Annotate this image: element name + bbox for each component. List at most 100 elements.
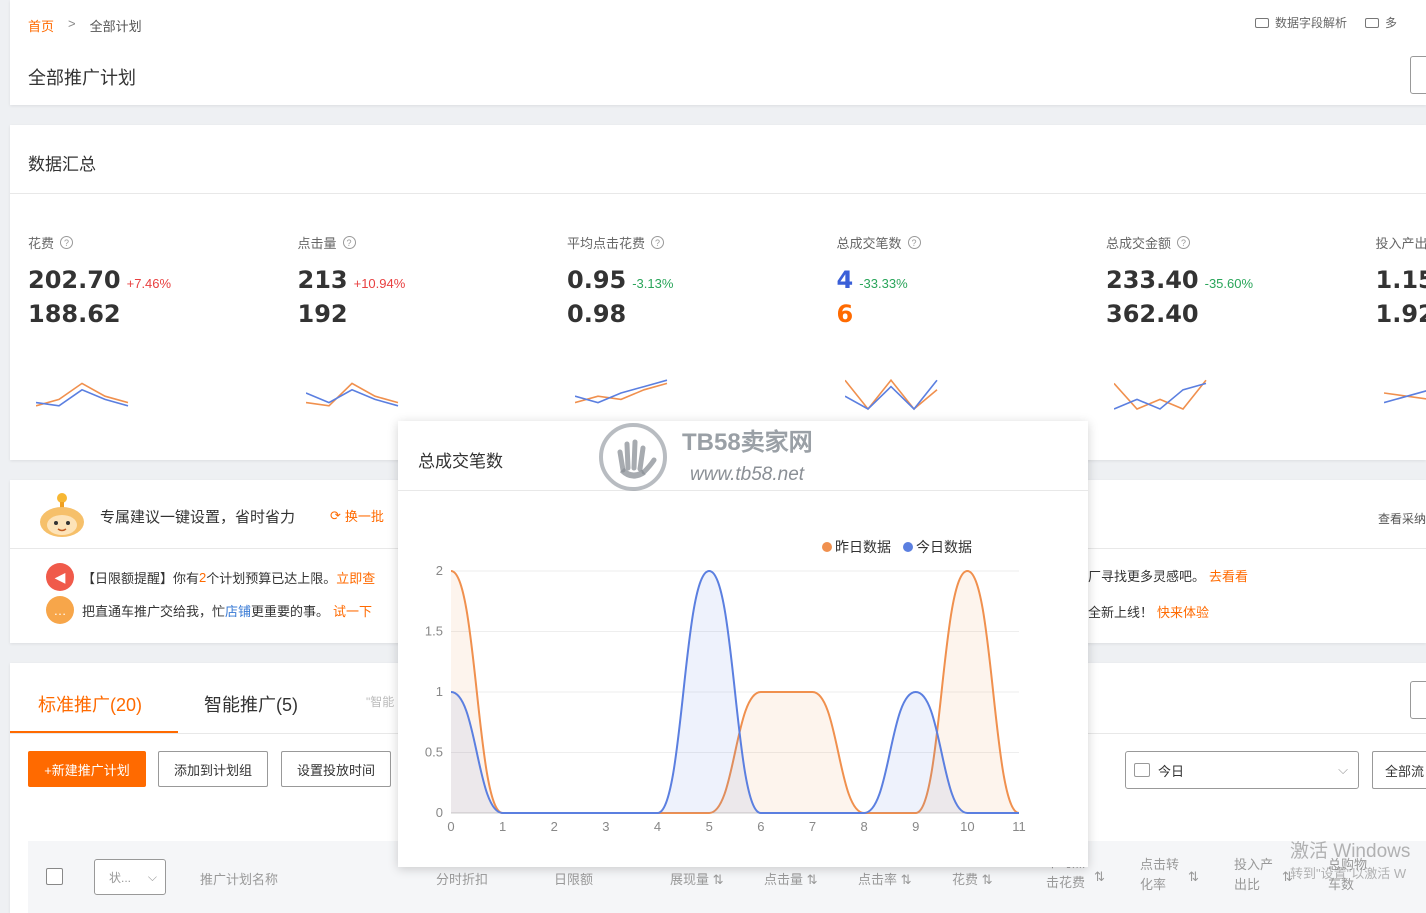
th-daily-limit: 日限额 — [554, 872, 594, 887]
metric-label-text: 总成交金额 — [1106, 236, 1172, 251]
set-time-button[interactable]: 设置投放时间 — [281, 751, 391, 787]
sort-icon[interactable]: ⇅ — [1188, 869, 1199, 885]
new-plan-button[interactable]: +新建推广计划 — [28, 751, 146, 787]
help-icon[interactable]: ? — [907, 236, 921, 249]
metric-yesterday: 188.62 — [28, 300, 121, 328]
breadcrumb-current: 全部计划 — [89, 19, 142, 34]
x-tick-label: 5 — [706, 819, 713, 834]
metric-change: -35.60% — [1204, 276, 1254, 291]
sort-icon: ⇅ — [981, 872, 993, 887]
multi-link[interactable]: 多 — [1365, 14, 1397, 31]
metric-label: 总成交笔数 ? — [837, 233, 1097, 252]
th-cvr[interactable]: 点击转 化率 — [1140, 855, 1179, 895]
top-right-links: 数据字段解析 多 — [1255, 14, 1397, 31]
y-tick-label: 0.5 — [425, 745, 443, 760]
calendar-icon — [1134, 763, 1150, 777]
breadcrumb-home[interactable]: 首页 — [28, 16, 54, 35]
metric-label: 点击量 ? — [298, 233, 558, 252]
breadcrumb: 首页 > 全部计划 — [28, 16, 142, 35]
metric-today: 233.40 — [1106, 266, 1199, 294]
all-flow-select[interactable]: 全部流 — [1372, 751, 1426, 789]
refresh-icon: ⟳ — [330, 507, 341, 523]
x-tick-label: 1 — [499, 819, 506, 834]
tip3-link[interactable]: 去看看 — [1209, 566, 1248, 585]
select-all-checkbox[interactable] — [46, 868, 63, 885]
th-ctr[interactable]: 点击率 ⇅ — [858, 869, 912, 888]
tip-new-launch: 全新上线！ 快来体验 — [1088, 602, 1209, 621]
metric-card[interactable]: 点击量 ? 213 +10.94% 192 — [298, 233, 558, 433]
metric-label: 投入产出 ? — [1376, 233, 1426, 252]
metric-change: -3.13% — [632, 276, 674, 291]
metric-yesterday: 362.40 — [1106, 300, 1199, 328]
th-roi[interactable]: 投入产 出比 — [1234, 855, 1273, 895]
help-icon[interactable]: ? — [1177, 236, 1191, 249]
right-edge-button[interactable] — [1410, 681, 1426, 719]
sparkline — [575, 379, 668, 404]
date-select[interactable]: 今日 ⌵ — [1125, 751, 1359, 789]
alert-icon: ◀ — [46, 563, 74, 591]
page-title: 全部推广计划 — [28, 68, 136, 88]
view-adopted-link[interactable]: 查看采纳 — [1378, 510, 1426, 527]
chat-icon: … — [46, 596, 74, 624]
tab-standard[interactable]: 标准推广(20) — [38, 691, 142, 717]
x-tick-label: 9 — [912, 819, 919, 834]
y-tick-label: 1.5 — [425, 624, 443, 639]
y-tick-label: 1 — [436, 684, 443, 699]
tip2-link[interactable]: 试一下 — [333, 601, 372, 620]
x-tick-label: 2 — [551, 819, 558, 834]
metric-today: 0.95 — [567, 266, 627, 294]
chevron-down-icon: ⌵ — [1338, 762, 1348, 777]
x-tick-label: 8 — [860, 819, 867, 834]
add-to-group-button[interactable]: 添加到计划组 — [158, 751, 268, 787]
x-tick-label: 4 — [654, 819, 661, 834]
sparkline-today — [36, 388, 129, 407]
windows-activation-watermark: 激活 Windows 转到"设置"以激活 W — [1290, 841, 1411, 881]
th-cost[interactable]: 花费 ⇅ — [952, 869, 993, 888]
y-tick-label: 0 — [436, 805, 443, 820]
chevron-down-icon: ⌵ — [147, 869, 157, 884]
help-icon[interactable]: ? — [342, 236, 356, 249]
header-right-button[interactable] — [1410, 56, 1426, 94]
x-tick-label: 7 — [809, 819, 816, 834]
metric-yesterday: 192 — [297, 300, 348, 328]
suggest-title: 专属建议一键设置，省时省力 — [100, 509, 296, 526]
refresh-button[interactable]: ⟳ 换一批 — [330, 506, 384, 525]
metric-card[interactable]: 总成交笔数 ? 4 -33.33% 6 — [837, 233, 1097, 433]
sparkline — [1114, 379, 1207, 410]
sort-icon: ⇅ — [712, 872, 724, 887]
metric-card[interactable]: 投入产出 ? 1.15 1.92 — [1376, 233, 1426, 433]
y-tick-label: 2 — [436, 563, 443, 578]
help-icon[interactable]: ? — [60, 236, 74, 249]
metric-card[interactable]: 花费 ? 202.70 +7.46% 188.62 — [28, 233, 288, 433]
tip4-link[interactable]: 快来体验 — [1157, 602, 1209, 621]
metric-yesterday: 1.92 — [1375, 300, 1426, 328]
th-clicks[interactable]: 点击量 ⇅ — [764, 869, 818, 888]
tip-inspiration: 厂寻找更多灵感吧。 去看看 — [1088, 566, 1248, 585]
sort-icon[interactable]: ⇅ — [1094, 869, 1105, 885]
metric-change: -33.33% — [859, 276, 908, 291]
th-impressions[interactable]: 展现量 ⇅ — [670, 869, 724, 888]
summary-divider — [10, 193, 1426, 194]
metric-label-text: 总成交笔数 — [836, 236, 902, 251]
status-filter[interactable]: 状... ⌵ — [94, 859, 166, 895]
metric-label-text: 点击量 — [297, 236, 337, 251]
metric-card[interactable]: 平均点击花费 ? 0.95 -3.13% 0.98 — [567, 233, 827, 433]
hand-logo-icon — [599, 423, 667, 491]
x-tick-label: 3 — [602, 819, 609, 834]
sparkline-today — [1383, 389, 1426, 404]
sparkline — [305, 382, 398, 407]
tab-smart[interactable]: 智能推广(5) — [204, 691, 298, 717]
watermark-url: www.tb58.net — [690, 464, 805, 485]
metric-label-text: 投入产出 — [1375, 236, 1426, 251]
help-icon[interactable]: ? — [651, 236, 665, 249]
metric-label-text: 花费 — [28, 236, 55, 251]
smart-hint: "智能 — [366, 695, 395, 709]
field-parse-link[interactable]: 数据字段解析 — [1255, 14, 1347, 31]
metric-card[interactable]: 总成交金额 ? 233.40 -35.60% 362.40 — [1106, 233, 1366, 433]
header-panel: 首页 > 全部计划 数据字段解析 多 全部推广计划 — [10, 0, 1426, 105]
tip1-link[interactable]: 立即查 — [336, 568, 375, 587]
sparkline — [1383, 389, 1426, 404]
sparkline-today — [305, 388, 398, 407]
watermark-brand: TB58卖家网 — [682, 429, 813, 456]
site-watermark: TB58卖家网 www.tb58.net — [598, 420, 858, 495]
